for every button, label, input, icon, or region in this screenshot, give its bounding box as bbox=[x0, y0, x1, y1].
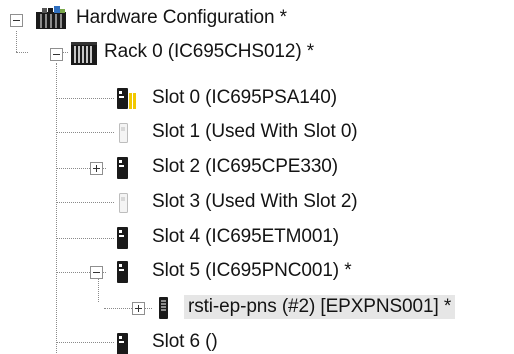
tree-item-slot-6[interactable]: Slot 6 () bbox=[152, 330, 218, 354]
tree-item-rsti-ep-pns[interactable]: rsti-ep-pns (#2) [EPXPNS001] * bbox=[184, 295, 456, 319]
hardware-configuration-icon bbox=[36, 6, 66, 29]
empty-slot-icon bbox=[119, 193, 128, 213]
module-icon bbox=[117, 261, 128, 283]
slot-2-expand-toggle[interactable] bbox=[90, 162, 103, 175]
module-icon bbox=[117, 227, 128, 249]
module-icon bbox=[117, 333, 128, 354]
tree-item-slot-0[interactable]: Slot 0 (IC695PSA140) bbox=[152, 86, 337, 110]
rack-icon bbox=[71, 42, 97, 65]
rack-collapse-toggle[interactable] bbox=[50, 48, 63, 61]
tree-line bbox=[98, 279, 99, 302]
tree-item-slot-1[interactable]: Slot 1 (Used With Slot 0) bbox=[152, 120, 358, 144]
power-supply-module-icon bbox=[117, 88, 136, 109]
tree-line bbox=[56, 202, 114, 203]
slot-5-collapse-toggle[interactable] bbox=[90, 266, 103, 279]
tree-item-slot-5[interactable]: Slot 5 (IC695PNC001) * bbox=[152, 259, 352, 283]
module-icon bbox=[117, 157, 128, 179]
tree-item-slot-4[interactable]: Slot 4 (IC695ETM001) bbox=[152, 225, 339, 249]
root-collapse-toggle[interactable] bbox=[10, 14, 23, 27]
network-device-icon bbox=[159, 297, 168, 319]
tree-line bbox=[56, 132, 114, 133]
tree-line bbox=[56, 63, 57, 353]
hardware-configuration-tree[interactable]: Hardware Configuration * Rack 0 (IC695CH… bbox=[0, 0, 514, 354]
empty-slot-icon bbox=[119, 123, 128, 143]
tree-line bbox=[56, 238, 114, 239]
tree-line bbox=[56, 342, 114, 343]
tree-line bbox=[56, 98, 114, 99]
tree-item-rack-0[interactable]: Rack 0 (IC695CHS012) * bbox=[104, 40, 314, 64]
rsti-ep-pns-expand-toggle[interactable] bbox=[132, 302, 145, 315]
tree-item-slot-3[interactable]: Slot 3 (Used With Slot 2) bbox=[152, 190, 358, 214]
tree-item-slot-2[interactable]: Slot 2 (IC695CPE330) bbox=[152, 155, 338, 179]
tree-item-hardware-configuration[interactable]: Hardware Configuration * bbox=[76, 6, 287, 30]
tree-line bbox=[16, 52, 28, 53]
tree-line bbox=[16, 31, 17, 52]
